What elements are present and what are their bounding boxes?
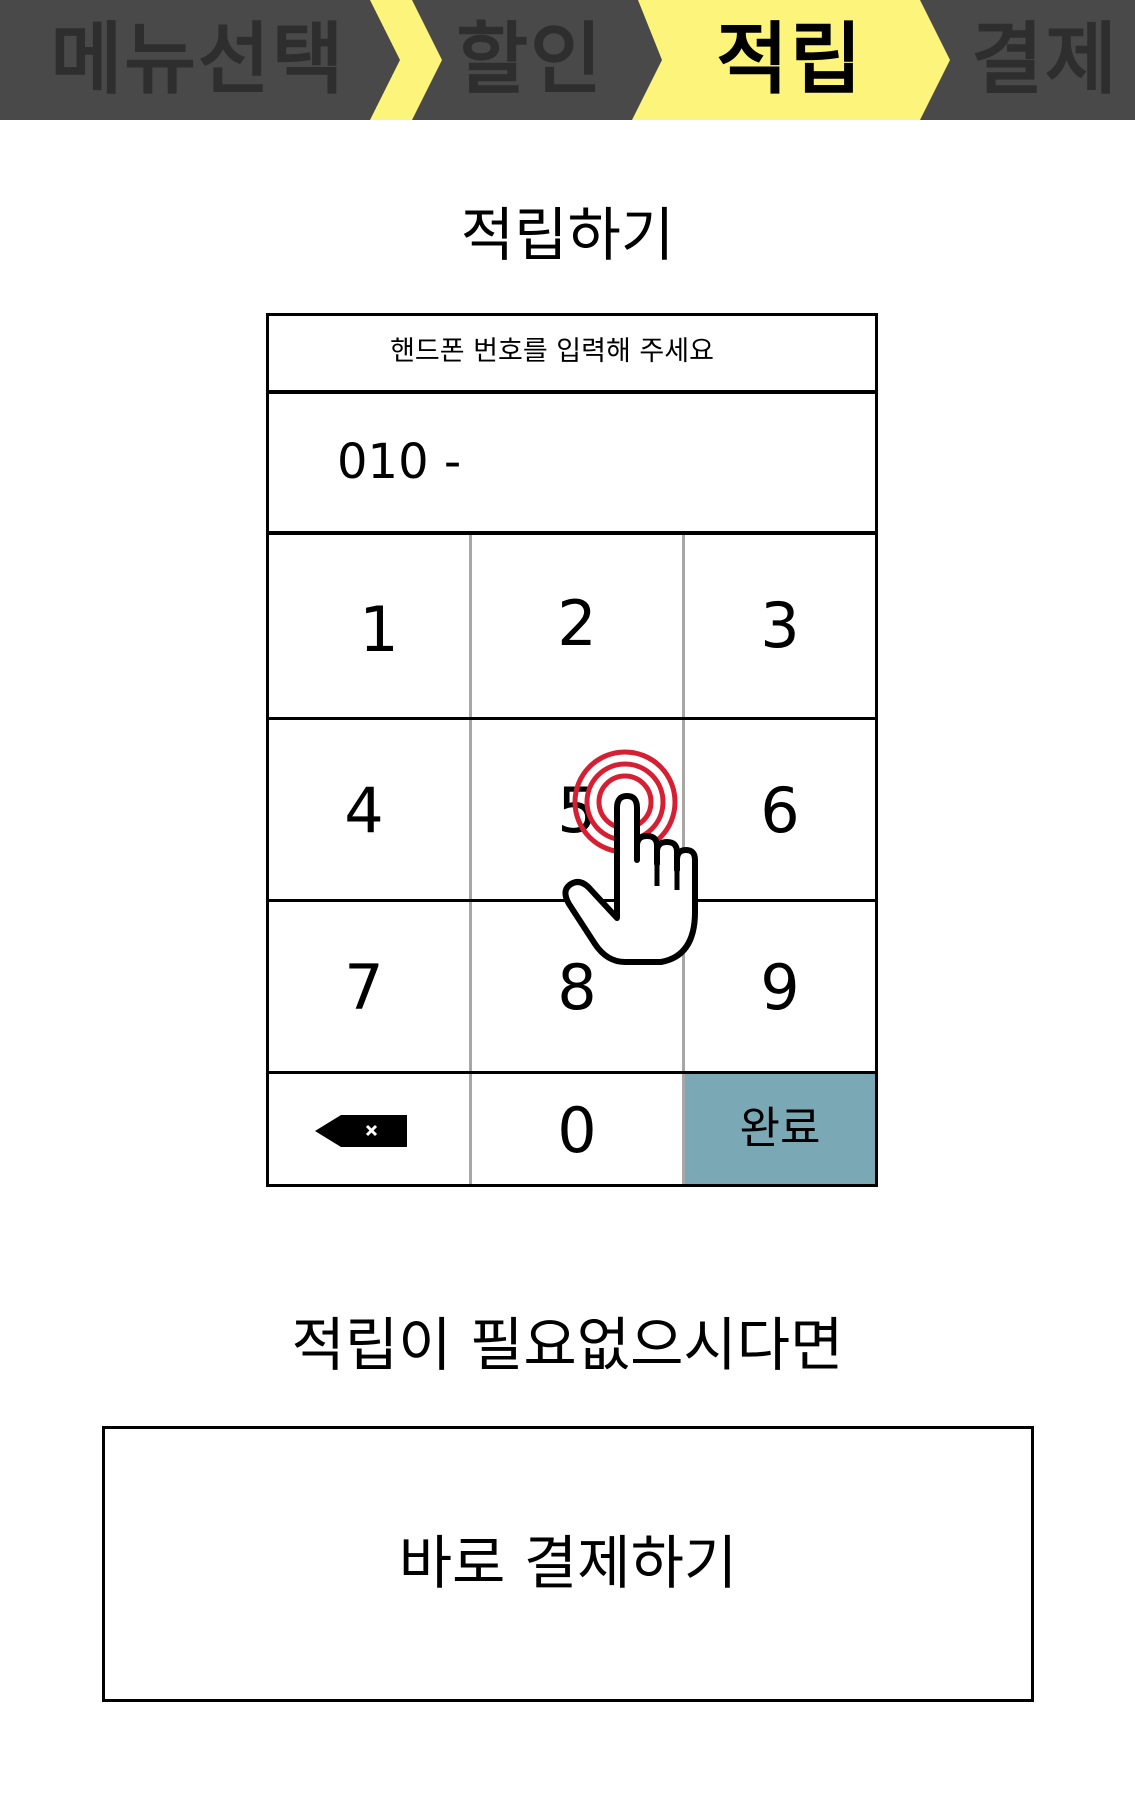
step-discount: 할인 [456, 15, 604, 105]
key-9[interactable]: 9 [685, 902, 875, 1071]
step-progress-bar: 메뉴선택 할인 적립 결제 [0, 0, 1135, 120]
key-4[interactable]: 4 [269, 720, 459, 899]
key-5[interactable]: 5 [472, 720, 682, 899]
points-keypad-panel: 핸드폰 번호를 입력해 주세요 010 - 1 2 3 4 5 6 7 8 9 … [266, 313, 878, 1187]
done-button[interactable]: 완료 [685, 1074, 875, 1184]
page-title: 적립하기 [460, 201, 675, 269]
key-6[interactable]: 6 [685, 720, 875, 899]
key-2[interactable]: 2 [472, 535, 682, 717]
pay-now-button[interactable]: 바로 결제하기 [102, 1426, 1034, 1702]
step-payment: 결제 [971, 15, 1119, 105]
phone-number-input[interactable]: 010 - [269, 390, 875, 535]
backspace-key[interactable] [269, 1074, 469, 1184]
key-7[interactable]: 7 [269, 902, 459, 1071]
step-menu-select: 메뉴선택 [50, 15, 346, 105]
skip-points-label: 적립이 필요없으시다면 [291, 1311, 844, 1379]
backspace-icon [315, 1115, 407, 1147]
key-1[interactable]: 1 [269, 535, 469, 717]
key-3[interactable]: 3 [685, 535, 875, 717]
key-0[interactable]: 0 [472, 1074, 682, 1184]
phone-instruction-label: 핸드폰 번호를 입력해 주세요 [390, 336, 714, 367]
key-8[interactable]: 8 [472, 902, 682, 1071]
step-points: 적립 [716, 15, 864, 105]
